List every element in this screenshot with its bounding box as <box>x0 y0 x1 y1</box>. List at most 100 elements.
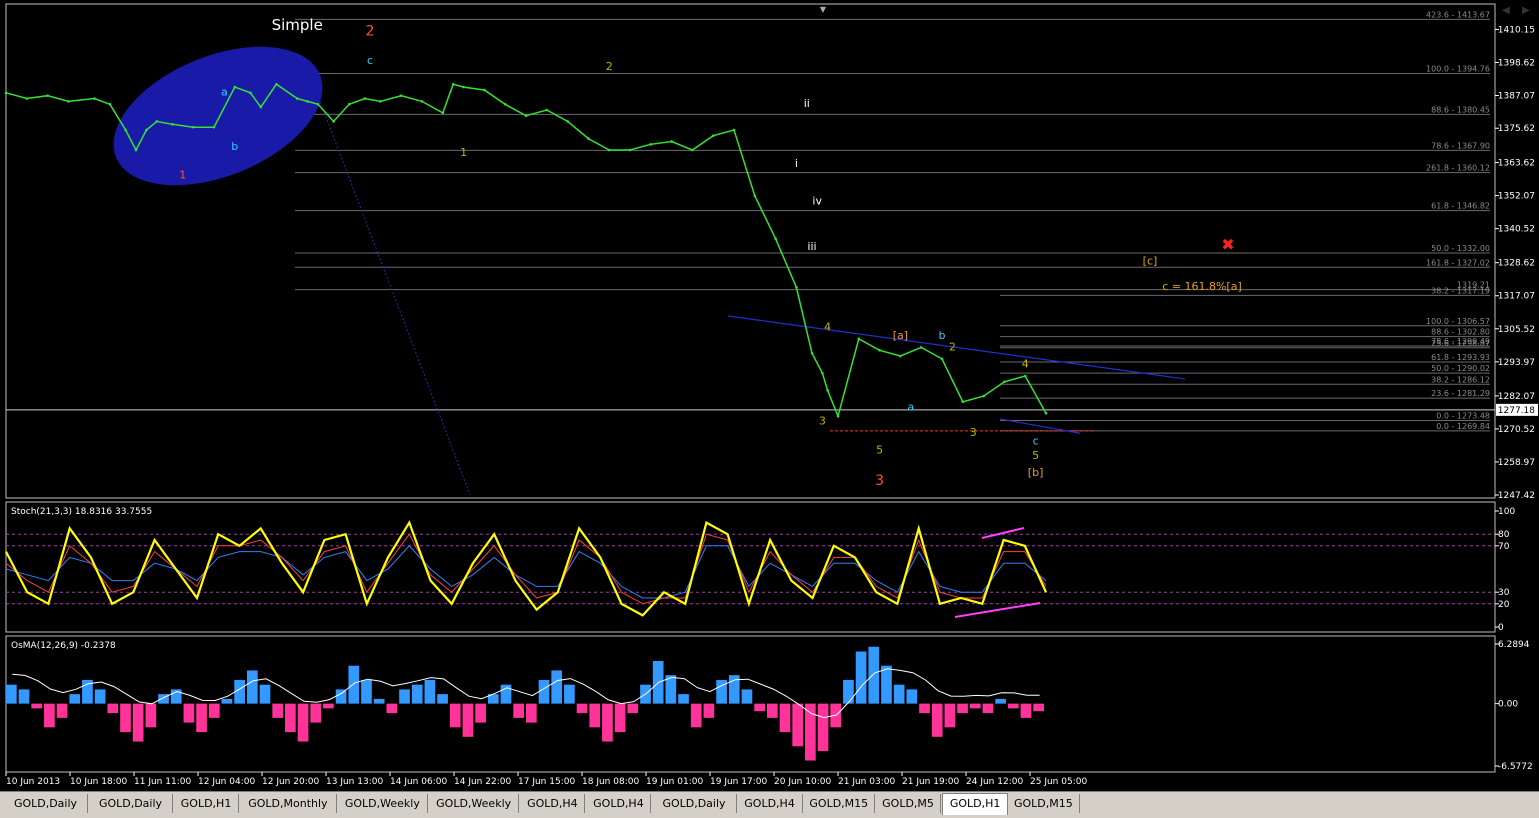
price-point <box>451 82 455 86</box>
time-axis-label: 20 Jun 10:00 <box>774 777 831 787</box>
price-axis-label: 1352.07 <box>1498 192 1535 202</box>
fib-level-label: 61.8 - 1346.82 <box>1431 202 1490 211</box>
time-axis-label: 12 Jun 04:00 <box>198 777 255 787</box>
time-axis-label: 24 Jun 12:00 <box>966 777 1023 787</box>
fib-level-label: 23.6 - 1281.29 <box>1431 389 1490 398</box>
osma-bar <box>120 703 131 733</box>
osma-bar <box>868 646 880 704</box>
chart-tab[interactable]: GOLD,M5 <box>876 794 942 813</box>
price-point <box>826 389 829 392</box>
time-axis-label: 19 Jun 17:00 <box>710 777 767 787</box>
osma-bar <box>437 694 448 704</box>
osma-axis-label: 0.00 <box>1498 700 1518 710</box>
price-point <box>46 94 49 97</box>
fib-level-label: 161.8 - 1327.02 <box>1426 258 1490 267</box>
stoch-axis-label: 30 <box>1498 588 1510 598</box>
osma-bar <box>1033 703 1044 712</box>
osma-bar <box>424 679 436 704</box>
price-point <box>483 88 486 92</box>
chart-tab[interactable]: GOLD,H4 <box>586 794 652 813</box>
price-point <box>587 137 590 140</box>
osma-bar <box>449 703 461 728</box>
price-axis-label: 1398.62 <box>1498 58 1535 68</box>
price-point <box>4 91 8 95</box>
chart-tabs-bar: GOLD,Daily GOLD,Daily GOLD,H1 GOLD,Monthly G… <box>0 791 1539 818</box>
time-axis-label: 18 Jun 08:00 <box>582 777 639 787</box>
osma-bar <box>373 698 385 704</box>
target-x-icon: ✖ <box>1221 235 1234 254</box>
chart-tab[interactable]: GOLD,H1 <box>174 794 240 813</box>
chart-tab[interactable]: GOLD,M15 <box>803 794 875 813</box>
price-point <box>332 120 335 123</box>
price-point <box>732 128 736 132</box>
price-point <box>191 125 195 129</box>
osma-bar <box>56 703 68 718</box>
wave-label: iii <box>807 240 816 253</box>
wave-label: a <box>221 86 228 99</box>
osma-bar <box>766 703 778 718</box>
wave-label: 3 <box>970 426 977 439</box>
fib-level-label: 38.2 - 1286.12 <box>1431 375 1490 384</box>
chart-tab[interactable]: GOLD,M15 <box>1008 794 1080 813</box>
wave-label: 2 <box>366 24 375 40</box>
osma-bar <box>690 703 702 728</box>
wave-label: b <box>231 140 238 153</box>
osma-panel[interactable]: OsMA(12,26,9) -0.2378 6.2894 0.00 -6.5772 <box>5 635 1533 773</box>
chart-tab[interactable]: GOLD,Weekly <box>429 794 520 813</box>
price-point <box>524 114 528 118</box>
price-point <box>171 122 174 126</box>
wave-label: 3 <box>875 473 884 489</box>
trading-chart[interactable]: 423.6 - 1413.67 100.0 - 1394.76 88.6 - 138… <box>0 0 1539 817</box>
price-axis-label: 1247.42 <box>1498 491 1535 501</box>
price-point <box>212 125 216 129</box>
price-axis-label: 1363.62 <box>1498 159 1535 169</box>
price-point <box>919 346 923 349</box>
chart-tab[interactable]: GOLD,Daily <box>652 794 737 813</box>
price-point <box>649 143 653 146</box>
time-axis-label: 14 Jun 22:00 <box>454 777 511 787</box>
chart-tab[interactable]: GOLD,H4 <box>737 794 803 813</box>
stochastic-panel[interactable]: Stoch(21,3,3) 18.8316 33.7555 100 80 70 30 20… <box>5 501 1515 633</box>
osma-bar <box>132 703 144 742</box>
chart-tab[interactable]: GOLD,Monthly <box>240 794 337 813</box>
price-panel[interactable]: 423.6 - 1413.67 100.0 - 1394.76 88.6 - 138… <box>4 3 1538 501</box>
price-point <box>134 148 138 152</box>
fib-level-label: 261.8 - 1360.12 <box>1426 164 1490 173</box>
tab-scroll-right-icon[interactable]: ▶ <box>1522 5 1530 16</box>
price-point <box>545 108 549 112</box>
wave-label: b <box>939 329 946 342</box>
osma-bar <box>323 703 334 709</box>
chart-tab[interactable]: GOLD,Daily <box>89 794 173 813</box>
osma-bar <box>310 703 322 723</box>
time-axis-label: 13 Jun 13:00 <box>326 777 383 787</box>
stoch-axis-label: 20 <box>1498 600 1510 610</box>
price-axis-label: 1340.52 <box>1498 225 1535 235</box>
osma-bar <box>627 703 639 714</box>
chart-tab[interactable]: GOLD,H4 <box>520 794 586 813</box>
chart-tab[interactable]: GOLD,H1 <box>942 793 1009 815</box>
osma-bar <box>564 684 575 704</box>
wave-label: 3 <box>819 415 826 428</box>
fib-level-label: 50.0 - 1332.00 <box>1431 244 1490 253</box>
osma-bar <box>982 703 994 714</box>
chart-tab[interactable]: GOLD,Weekly <box>337 794 428 813</box>
tab-scroll-left-icon[interactable]: ◀ <box>1502 5 1510 16</box>
time-axis: 10 Jun 2013 10 Jun 18:00 11 Jun 11:00 12 Ju… <box>5 772 1087 787</box>
osma-bar <box>551 670 563 704</box>
fib-level-label: 78.6 - 1367.90 <box>1431 141 1490 150</box>
price-point <box>691 148 694 152</box>
osma-bar <box>931 703 943 737</box>
fib-level-label: 61.8 - 1293.93 <box>1431 353 1490 362</box>
osma-bar <box>754 703 765 712</box>
chart-tab[interactable]: GOLD,Daily <box>4 794 88 813</box>
osma-title: OsMA(12,26,9) -0.2378 <box>11 641 116 651</box>
osma-bar <box>18 689 30 704</box>
osma-bar <box>513 703 524 718</box>
price-point <box>670 140 673 143</box>
price-point <box>821 371 824 375</box>
osma-bar <box>335 689 347 704</box>
time-axis-label: 12 Jun 20:00 <box>262 777 319 787</box>
chart-title: Simple <box>272 16 323 34</box>
fib-level-label: 88.6 - 1302.80 <box>1431 328 1490 337</box>
time-axis-label: 10 Jun 18:00 <box>70 777 127 787</box>
